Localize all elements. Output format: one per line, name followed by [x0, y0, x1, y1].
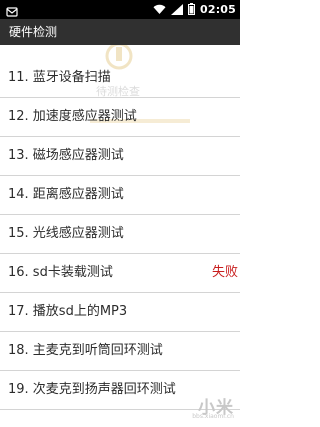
test-list: 待测检查 11. 蓝牙设备扫描 12. 加速度感应器测试 13. 磁场感应器测试… [0, 45, 240, 427]
test-item-label: 18. 主麦克到听筒回环测试 [8, 343, 163, 358]
test-item-label: 12. 加速度感应器测试 [8, 109, 137, 124]
notification-icon [6, 3, 18, 17]
test-item-status: 失败 [211, 265, 238, 280]
watermark: 小米 bbs.xiaomi.cn [154, 393, 234, 423]
list-item[interactable]: 11. 蓝牙设备扫描 [0, 59, 240, 98]
test-item-label: 15. 光线感应器测试 [8, 226, 124, 241]
list-item[interactable]: 12. 加速度感应器测试 [0, 98, 240, 137]
test-item-label: 19. 次麦克到扬声器回环测试 [8, 382, 176, 397]
test-item-label: 17. 播放sd上的MP3 [8, 304, 128, 319]
test-item-label: 11. 蓝牙设备扫描 [8, 70, 111, 85]
test-item-label: 13. 磁场感应器测试 [8, 148, 124, 163]
signal-icon [170, 0, 183, 19]
list-item[interactable]: 13. 磁场感应器测试 [0, 137, 240, 176]
watermark-url: bbs.xiaomi.cn [192, 413, 234, 420]
test-item-label: 16. sd卡装载测试 [8, 265, 113, 280]
page-title: 硬件检测 [9, 25, 58, 39]
test-item-label: 14. 距离感应器测试 [8, 187, 124, 202]
list-item[interactable]: 16. sd卡装载测试 失败 [0, 254, 240, 293]
list-item[interactable]: 15. 光线感应器测试 [0, 215, 240, 254]
wifi-icon [153, 0, 166, 19]
status-clock: 02:05 [199, 3, 236, 16]
list-item[interactable]: 17. 播放sd上的MP3 [0, 293, 240, 332]
battery-icon [187, 0, 195, 19]
title-bar: 硬件检测 [0, 19, 240, 45]
list-item[interactable]: 18. 主麦克到听筒回环测试 [0, 332, 240, 371]
status-bar: 02:05 [0, 0, 240, 19]
list-item[interactable]: 14. 距离感应器测试 [0, 176, 240, 215]
